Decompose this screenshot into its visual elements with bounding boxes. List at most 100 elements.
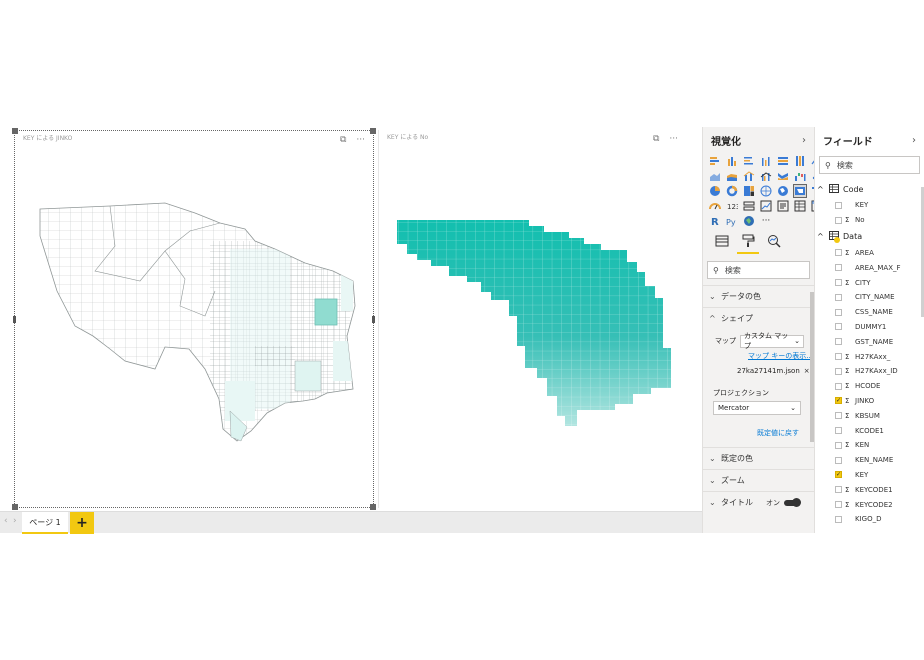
field-checkbox[interactable] bbox=[835, 353, 842, 361]
field-checkbox[interactable] bbox=[835, 279, 842, 287]
field-kbsum[interactable]: Σ KBSUM bbox=[815, 408, 924, 423]
field-keycode1[interactable]: Σ KEYCODE1 bbox=[815, 482, 924, 497]
card-icon[interactable]: 123 bbox=[726, 200, 738, 212]
add-page-button[interactable]: + bbox=[70, 512, 94, 534]
fields-search-input[interactable]: ⚲ 検索 bbox=[819, 156, 920, 174]
field-checkbox[interactable] bbox=[835, 323, 842, 331]
clustered-bar-chart-icon[interactable] bbox=[743, 155, 755, 167]
slicer-icon[interactable] bbox=[777, 200, 789, 212]
field-name: HCODE bbox=[855, 382, 881, 391]
line-and-column-chart-icon[interactable] bbox=[743, 170, 755, 182]
full-bar-chart-icon[interactable] bbox=[777, 155, 789, 167]
pie-chart-icon[interactable] bbox=[709, 185, 721, 197]
field-checkbox[interactable] bbox=[835, 293, 842, 301]
next-page-icon[interactable]: › bbox=[13, 516, 17, 526]
field-checkbox[interactable] bbox=[835, 486, 842, 494]
field-checkbox[interactable]: ✓ bbox=[835, 471, 842, 479]
map-icon[interactable] bbox=[760, 185, 772, 197]
field-key[interactable]: KEY bbox=[815, 198, 924, 213]
shape-map-visual-no[interactable]: KEY による No ⧉ ··· bbox=[378, 130, 686, 508]
field-css_name[interactable]: CSS_NAME bbox=[815, 305, 924, 320]
field-jinko[interactable]: ✓ Σ JINKO bbox=[815, 394, 924, 409]
field-h27kaxx_id[interactable]: Σ H27KAxx_ID bbox=[815, 364, 924, 379]
shape-map-icon[interactable] bbox=[793, 184, 807, 198]
title-toggle[interactable]: オン bbox=[766, 497, 801, 508]
projection-dropdown[interactable]: Mercator ⌄ bbox=[713, 401, 801, 415]
view-map-keys-link[interactable]: マップ キーの表示... bbox=[703, 349, 814, 363]
collapse-pane-icon[interactable]: › bbox=[802, 135, 806, 146]
field-checkbox[interactable] bbox=[835, 441, 842, 449]
r-script-visual-icon[interactable]: R bbox=[709, 215, 721, 227]
field-checkbox[interactable] bbox=[835, 515, 842, 523]
section-title[interactable]: ⌄ タイトル オン bbox=[703, 491, 814, 513]
more-visuals-icon[interactable]: ··· bbox=[760, 215, 772, 227]
field-key[interactable]: ✓ KEY bbox=[815, 468, 924, 483]
field-kigo_d[interactable]: KIGO_D bbox=[815, 512, 924, 527]
district-outline-map[interactable] bbox=[15, 131, 375, 509]
field-city_name[interactable]: CITY_NAME bbox=[815, 290, 924, 305]
field-kcode1[interactable]: KCODE1 bbox=[815, 423, 924, 438]
line-and-clustered-column-icon[interactable] bbox=[760, 170, 772, 182]
area-chart-icon[interactable] bbox=[709, 170, 721, 182]
treemap-icon[interactable] bbox=[743, 185, 755, 197]
section-data-color[interactable]: ⌄ データの色 bbox=[703, 285, 814, 307]
globe-custom-visual-icon[interactable] bbox=[743, 215, 755, 227]
field-city[interactable]: Σ CITY bbox=[815, 275, 924, 290]
field-checkbox[interactable] bbox=[835, 216, 842, 224]
field-checkbox[interactable] bbox=[835, 501, 842, 509]
stacked-bar-chart-icon[interactable] bbox=[709, 155, 721, 167]
section-shape[interactable]: ^ シェイプ bbox=[703, 307, 814, 329]
field-keycode2[interactable]: Σ KEYCODE2 bbox=[815, 497, 924, 512]
python-visual-icon[interactable]: Py bbox=[726, 215, 738, 227]
field-checkbox[interactable] bbox=[835, 456, 842, 464]
gauge-icon[interactable] bbox=[709, 200, 721, 212]
clustered-column-chart-icon[interactable] bbox=[760, 155, 772, 167]
analytics-magnifier-icon[interactable] bbox=[767, 233, 781, 249]
multi-row-card-icon[interactable] bbox=[743, 200, 755, 212]
field-checkbox[interactable] bbox=[835, 427, 842, 435]
field-gst_name[interactable]: GST_NAME bbox=[815, 334, 924, 349]
section-zoom[interactable]: ⌄ ズーム bbox=[703, 469, 814, 491]
previous-page-icon[interactable]: ‹ bbox=[4, 516, 8, 526]
reset-to-default-link[interactable]: 既定値に戻す bbox=[703, 425, 814, 441]
field-checkbox[interactable] bbox=[835, 308, 842, 316]
field-checkbox[interactable] bbox=[835, 338, 842, 346]
section-default-color[interactable]: ⌄ 既定の色 bbox=[703, 447, 814, 469]
field-checkbox[interactable] bbox=[835, 201, 842, 209]
field-area[interactable]: Σ AREA bbox=[815, 246, 924, 261]
ribbon-chart-icon[interactable] bbox=[777, 170, 789, 182]
stacked-column-chart-icon[interactable] bbox=[726, 155, 738, 167]
remove-file-icon[interactable]: × bbox=[804, 367, 810, 375]
collapse-pane-icon[interactable]: › bbox=[912, 135, 916, 146]
field-checkbox[interactable] bbox=[835, 249, 842, 257]
table-icon[interactable] bbox=[794, 200, 806, 212]
field-dummy1[interactable]: DUMMY1 bbox=[815, 320, 924, 335]
fields-tab-icon[interactable] bbox=[715, 233, 729, 249]
full-column-chart-icon[interactable] bbox=[794, 155, 806, 167]
field-checkbox[interactable] bbox=[835, 264, 842, 272]
map-type-dropdown[interactable]: カスタム マップ ⌄ bbox=[740, 332, 804, 350]
grid-choropleth-map[interactable] bbox=[379, 130, 687, 508]
field-h27kaxx_[interactable]: Σ H27KAxx_ bbox=[815, 349, 924, 364]
waterfall-chart-icon[interactable] bbox=[794, 170, 806, 182]
table-code[interactable]: ^ Code bbox=[815, 180, 924, 198]
format-paint-roller-icon[interactable] bbox=[737, 233, 759, 254]
kpi-icon[interactable] bbox=[760, 200, 772, 212]
format-search-input[interactable]: ⚲ 検索 bbox=[707, 261, 810, 279]
visualizations-pane: 視覚化 › 123 bbox=[702, 127, 814, 533]
table-data[interactable]: ^ Data bbox=[815, 228, 924, 246]
donut-chart-icon[interactable] bbox=[726, 185, 738, 197]
field-area_max_f[interactable]: AREA_MAX_F bbox=[815, 260, 924, 275]
field-hcode[interactable]: Σ HCODE bbox=[815, 379, 924, 394]
page-tab-1[interactable]: ページ 1 bbox=[22, 512, 68, 534]
shape-map-visual-jinko[interactable]: KEY による JINKO ⧉ ··· bbox=[12, 128, 376, 510]
field-checkbox[interactable] bbox=[835, 412, 842, 420]
stacked-area-chart-icon[interactable] bbox=[726, 170, 738, 182]
field-no[interactable]: Σ No bbox=[815, 213, 924, 228]
field-ken[interactable]: Σ KEN bbox=[815, 438, 924, 453]
field-ken_name[interactable]: KEN_NAME bbox=[815, 453, 924, 468]
filled-map-icon[interactable] bbox=[777, 185, 789, 197]
field-checkbox[interactable] bbox=[835, 382, 842, 390]
field-checkbox[interactable]: ✓ bbox=[835, 397, 842, 405]
field-checkbox[interactable] bbox=[835, 367, 842, 375]
